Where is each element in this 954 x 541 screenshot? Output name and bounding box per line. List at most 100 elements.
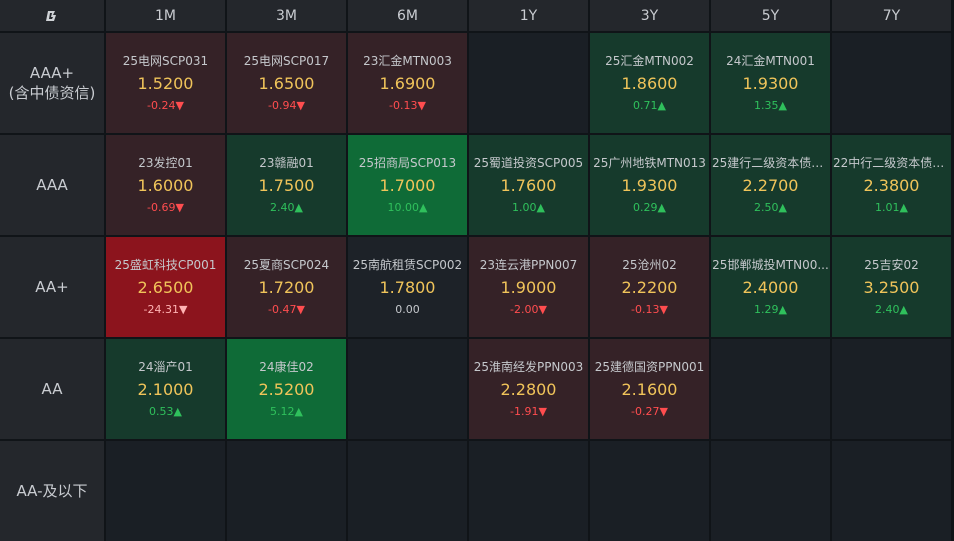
bond-cell[interactable]: 25沧州02 2.2200 -0.13▼ (590, 237, 709, 337)
arrow-up-icon: ▲ (778, 99, 787, 112)
arrow-up-icon: ▲ (899, 303, 908, 316)
bond-cell[interactable]: 23汇金MTN003 1.6900 -0.13▼ (348, 33, 467, 133)
yield-change-value: 1.00 (512, 201, 537, 214)
bond-cell[interactable]: 25南航租赁SCP002 1.7800 0.00 (348, 237, 467, 337)
empty-cell (348, 441, 467, 541)
yield-change-value: 0.00 (395, 303, 420, 316)
bond-yield: 2.2200 (621, 278, 678, 297)
yield-change: 5.12▲ (270, 405, 303, 419)
yield-change: -0.94▼ (268, 99, 305, 113)
tenor-header-7y[interactable]: 7Y (832, 0, 951, 31)
bond-name: 23赣融01 (259, 156, 314, 170)
bond-yield: 2.1000 (137, 380, 194, 399)
bond-cell[interactable]: 25邯郸城投MTN00... 2.4000 1.29▲ (711, 237, 830, 337)
bond-name: 25电网SCP031 (122, 54, 209, 68)
arrow-down-icon: ▼ (538, 303, 547, 316)
arrow-down-icon: ▼ (179, 303, 188, 316)
bond-cell[interactable]: 23连云港PPN007 1.9000 -2.00▼ (469, 237, 588, 337)
yield-change-value: 2.50 (754, 201, 779, 214)
bond-cell[interactable]: 25吉安02 3.2500 2.40▲ (832, 237, 951, 337)
bond-yield: 1.7800 (379, 278, 436, 297)
tenor-header-1m[interactable]: 1M (106, 0, 225, 31)
rating-row-header: AAA+ (含中债资信) (0, 33, 104, 133)
tenor-header-5y[interactable]: 5Y (711, 0, 830, 31)
yield-change-value: -0.47 (268, 303, 297, 316)
bond-cell[interactable]: 25电网SCP017 1.6500 -0.94▼ (227, 33, 346, 133)
yield-change-value: -0.13 (631, 303, 660, 316)
bond-cell[interactable]: 22中行二级资本债0... 2.3800 1.01▲ (832, 135, 951, 235)
yield-change: -0.47▼ (268, 303, 305, 317)
tenor-header-1y[interactable]: 1Y (469, 0, 588, 31)
logo-glyph-icon (46, 10, 56, 21)
bond-cell[interactable]: 25建行二级资本债0... 2.2700 2.50▲ (711, 135, 830, 235)
bond-yield: 1.5200 (137, 74, 194, 93)
bond-cell[interactable]: 25淮南经发PPN003 2.2800 -1.91▼ (469, 339, 588, 439)
tenor-header-6m[interactable]: 6M (348, 0, 467, 31)
bond-yield: 1.7000 (379, 176, 436, 195)
bond-name: 24汇金MTN001 (726, 54, 815, 68)
yield-change: -24.31▼ (144, 303, 188, 317)
arrow-up-icon: ▲ (657, 201, 666, 214)
bond-name: 25电网SCP017 (243, 54, 330, 68)
bond-name: 23汇金MTN003 (363, 54, 452, 68)
arrow-down-icon: ▼ (538, 405, 547, 418)
tenor-header-3m[interactable]: 3M (227, 0, 346, 31)
arrow-down-icon: ▼ (175, 99, 184, 112)
bond-cell[interactable]: 25电网SCP031 1.5200 -0.24▼ (106, 33, 225, 133)
yield-change-value: 0.71 (633, 99, 658, 112)
bond-cell[interactable]: 25夏商SCP024 1.7200 -0.47▼ (227, 237, 346, 337)
yield-change: 0.29▲ (633, 201, 666, 215)
bond-yield: 1.7500 (258, 176, 315, 195)
bond-cell[interactable]: 24汇金MTN001 1.9300 1.35▲ (711, 33, 830, 133)
bond-name: 25建行二级资本债0... (712, 156, 829, 170)
bond-name: 25汇金MTN002 (605, 54, 694, 68)
bond-yield: 2.1600 (621, 380, 678, 399)
bond-yield: 2.2800 (500, 380, 557, 399)
bond-cell[interactable]: 25蜀道投资SCP005 1.7600 1.00▲ (469, 135, 588, 235)
tenor-header-3y[interactable]: 3Y (590, 0, 709, 31)
bond-yield-matrix: 1M 3M 6M 1Y 3Y 5Y 7Y AAA+ (含中债资信) 25电网SCP0… (0, 0, 954, 541)
rating-label: AAA (36, 176, 68, 194)
bond-yield: 2.4000 (742, 278, 799, 297)
rating-row-header: AA (0, 339, 104, 439)
bond-yield: 2.3800 (863, 176, 920, 195)
arrow-up-icon: ▲ (657, 99, 666, 112)
bond-cell[interactable]: 25盛虹科技CP001 2.6500 -24.31▼ (106, 237, 225, 337)
bond-yield: 2.6500 (137, 278, 194, 297)
bond-name: 25沧州02 (622, 258, 677, 272)
bond-cell[interactable]: 25建德国资PPN001 2.1600 -0.27▼ (590, 339, 709, 439)
bond-name: 25夏商SCP024 (243, 258, 330, 272)
bond-cell[interactable]: 24康佳02 2.5200 5.12▲ (227, 339, 346, 439)
yield-change: 2.40▲ (875, 303, 908, 317)
bond-name: 25南航租赁SCP002 (352, 258, 463, 272)
yield-change: -0.69▼ (147, 201, 184, 215)
bond-yield: 1.9300 (621, 176, 678, 195)
bond-cell[interactable]: 24淄产01 2.1000 0.53▲ (106, 339, 225, 439)
arrow-up-icon: ▲ (778, 201, 787, 214)
yield-change: -0.13▼ (631, 303, 668, 317)
empty-cell (711, 339, 830, 439)
rating-label: AA-及以下 (16, 482, 88, 500)
bond-cell[interactable]: 25广州地铁MTN013 1.9300 0.29▲ (590, 135, 709, 235)
empty-cell (469, 441, 588, 541)
yield-change: -0.24▼ (147, 99, 184, 113)
yield-change: 1.01▲ (875, 201, 908, 215)
bond-cell[interactable]: 23发控01 1.6000 -0.69▼ (106, 135, 225, 235)
yield-change-value: 2.40 (270, 201, 295, 214)
arrow-up-icon: ▲ (536, 201, 545, 214)
bond-yield: 1.6000 (137, 176, 194, 195)
yield-change: -1.91▼ (510, 405, 547, 419)
yield-change-value: -1.91 (510, 405, 539, 418)
yield-change: -0.27▼ (631, 405, 668, 419)
bond-yield: 1.6500 (258, 74, 315, 93)
bond-name: 24康佳02 (259, 360, 314, 374)
yield-change-value: -24.31 (143, 303, 179, 316)
bond-cell[interactable]: 25汇金MTN002 1.8600 0.71▲ (590, 33, 709, 133)
yield-change: 0.71▲ (633, 99, 666, 113)
empty-cell (469, 33, 588, 133)
yield-change: 2.40▲ (270, 201, 303, 215)
yield-change: 1.29▲ (754, 303, 787, 317)
yield-change-value: 1.29 (754, 303, 779, 316)
bond-cell[interactable]: 25招商局SCP013 1.7000 10.00▲ (348, 135, 467, 235)
bond-cell[interactable]: 23赣融01 1.7500 2.40▲ (227, 135, 346, 235)
